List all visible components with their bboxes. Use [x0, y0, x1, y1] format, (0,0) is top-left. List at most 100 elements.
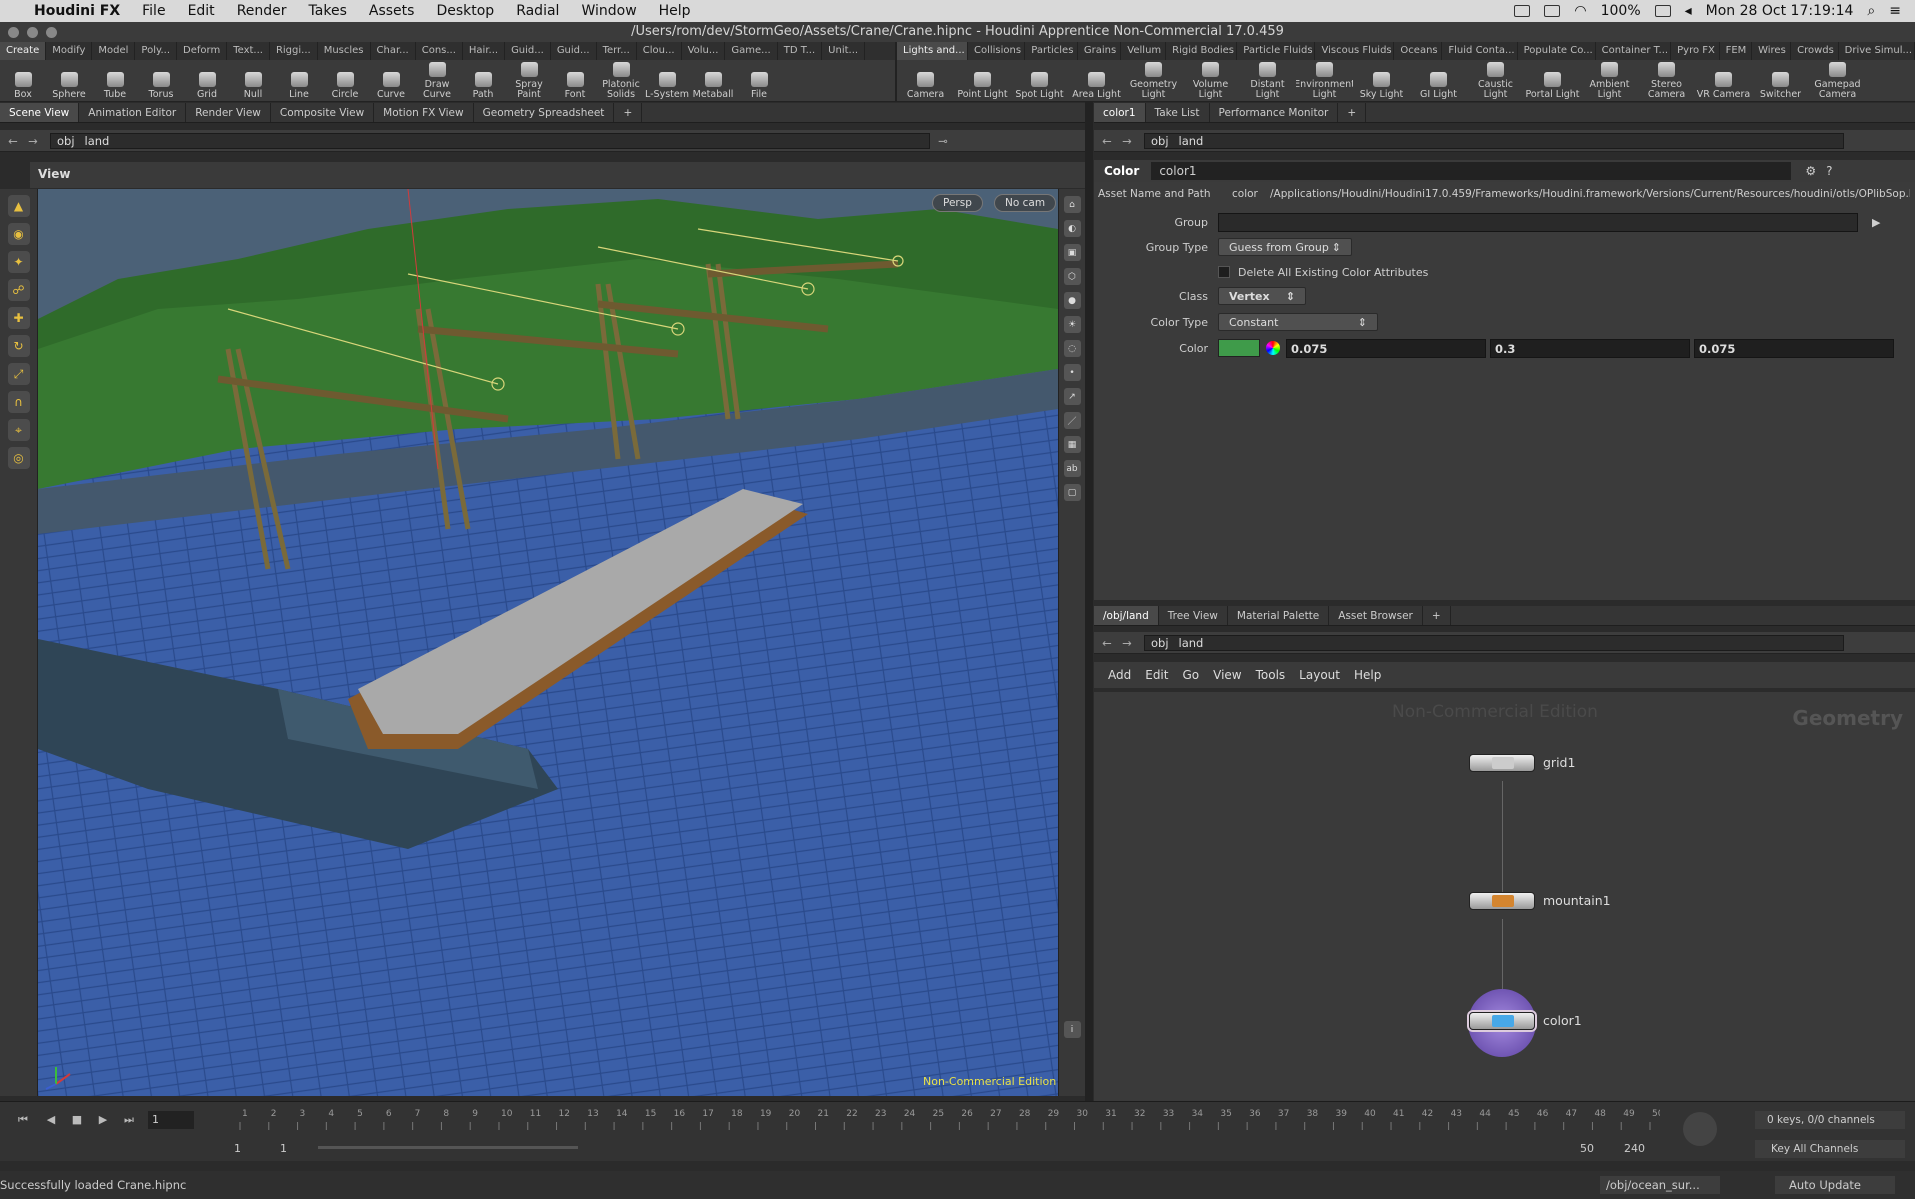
menu-radial[interactable]: Radial [516, 3, 559, 19]
camera-menu-button[interactable]: No cam [994, 194, 1057, 212]
class-dropdown[interactable]: Vertex ⇕ [1218, 287, 1306, 305]
snap-tool-icon[interactable]: ⌖ [7, 419, 30, 441]
menu-render[interactable]: Render [237, 3, 287, 19]
scene-path-field[interactable]: obj land [50, 132, 930, 149]
tab-composite-view[interactable]: Composite View [271, 103, 375, 122]
lights-shelf-tab-13[interactable]: FEM [1720, 42, 1753, 60]
lights-shelf-tool-distant-light[interactable]: Distant Light [1239, 60, 1296, 102]
menu-tools[interactable]: Tools [1256, 668, 1286, 682]
lights-shelf-tool-ambient-light[interactable]: Ambient Light [1581, 60, 1638, 102]
back-arrow-icon[interactable]: ← [1100, 134, 1114, 148]
lights-shelf-tab-0[interactable]: Lights and... [897, 42, 968, 60]
path-obj[interactable]: obj [1151, 636, 1169, 650]
back-arrow-icon[interactable]: ← [1100, 636, 1114, 650]
create-shelf-tab-10[interactable]: Hair... [463, 42, 506, 60]
spotlight-search-icon[interactable]: ⌕ [1867, 3, 1875, 19]
jump-start-icon[interactable]: ⏮ [14, 1113, 32, 1129]
lights-shelf-tool-switcher[interactable]: Switcher [1752, 60, 1809, 102]
create-shelf-tab-7[interactable]: Muscles [318, 42, 371, 60]
create-shelf-tool-l-system[interactable]: L-System [644, 60, 690, 102]
normals-icon[interactable]: ↗ [1063, 388, 1081, 405]
battery-label[interactable]: 100% [1601, 3, 1641, 19]
color-swatch[interactable] [1218, 339, 1260, 357]
lights-shelf-tab-2[interactable]: Particles [1025, 42, 1078, 60]
menu-view[interactable]: View [1213, 668, 1241, 682]
menu-edit[interactable]: Edit [188, 3, 215, 19]
wifi-icon[interactable]: ◠ [1574, 3, 1586, 19]
lock-camera-icon[interactable]: ▣ [1063, 244, 1081, 261]
create-shelf-tab-2[interactable]: Model [92, 42, 136, 60]
lights-shelf-tab-5[interactable]: Rigid Bodies [1166, 42, 1238, 60]
create-shelf-tab-13[interactable]: Terr... [597, 42, 637, 60]
lights-shelf-tab-15[interactable]: Crowds [1791, 42, 1839, 60]
create-shelf-tab-11[interactable]: Guid... [505, 42, 551, 60]
color-g-field[interactable]: 0.3 [1490, 338, 1690, 358]
create-shelf-tool-font[interactable]: Font [552, 60, 598, 102]
create-shelf-tool-null[interactable]: Null [230, 60, 276, 102]
start-frame[interactable]: 1 [234, 1142, 241, 1155]
menu-layout[interactable]: Layout [1299, 668, 1340, 682]
end-frame[interactable]: 50 [1580, 1142, 1594, 1155]
lights-shelf-tool-sky-light[interactable]: Sky Light [1353, 60, 1410, 102]
lights-shelf-tool-area-light[interactable]: Area Light [1068, 60, 1125, 102]
create-shelf-tool-tube[interactable]: Tube [92, 60, 138, 102]
lights-shelf-tool-caustic-light[interactable]: Caustic Light [1467, 60, 1524, 102]
create-shelf-tab-15[interactable]: Volu... [682, 42, 726, 60]
realtime-toggle-icons[interactable] [14, 1140, 94, 1158]
lights-shelf-tab-7[interactable]: Viscous Fluids [1315, 42, 1395, 60]
add-tab-icon[interactable]: + [1338, 103, 1367, 122]
persp-menu-button[interactable]: Persp [932, 194, 983, 212]
create-shelf-tab-18[interactable]: Unit... [822, 42, 866, 60]
path-land[interactable]: land [1179, 134, 1204, 148]
create-shelf-tab-14[interactable]: Clou... [637, 42, 682, 60]
lights-shelf-tab-6[interactable]: Particle Fluids [1237, 42, 1316, 60]
create-shelf-tab-1[interactable]: Modify [46, 42, 93, 60]
lights-shelf-tool-gi-light[interactable]: GI Light [1410, 60, 1467, 102]
menu-takes[interactable]: Takes [309, 3, 347, 19]
lights-shelf-tab-12[interactable]: Pyro FX [1671, 42, 1720, 60]
path-obj[interactable]: obj [1151, 134, 1169, 148]
add-tab-icon[interactable]: + [1423, 606, 1451, 625]
zoom-window-button[interactable] [46, 27, 57, 38]
node-name-field[interactable]: color1 [1151, 162, 1792, 180]
create-shelf-tool-line[interactable]: Line [276, 60, 322, 102]
create-shelf-tool-draw-curve[interactable]: Draw Curve [414, 60, 460, 102]
node-color1[interactable] [1469, 1012, 1535, 1030]
forward-arrow-icon[interactable]: → [26, 134, 40, 148]
jump-end-icon[interactable]: ⏭ [120, 1113, 138, 1129]
tab-asset-browser[interactable]: Asset Browser [1329, 606, 1423, 625]
tab-performance-monitor[interactable]: Performance Monitor [1210, 103, 1339, 122]
magnet-tool-icon[interactable]: ∩ [7, 391, 30, 413]
forward-arrow-icon[interactable]: → [1120, 134, 1134, 148]
path-land[interactable]: land [1179, 636, 1204, 650]
menu-help[interactable]: Help [1354, 668, 1381, 682]
lights-shelf-tab-9[interactable]: Fluid Conta... [1442, 42, 1518, 60]
lights-shelf-tab-16[interactable]: Drive Simul... [1839, 42, 1915, 60]
create-shelf-tool-file[interactable]: File [736, 60, 782, 102]
create-shelf-tab-9[interactable]: Cons... [416, 42, 463, 60]
auto-update-dropdown[interactable]: Auto Update [1775, 1176, 1895, 1194]
tab-obj-land[interactable]: /obj/land [1094, 606, 1159, 625]
create-shelf-tab-17[interactable]: TD T... [778, 42, 823, 60]
group-type-dropdown[interactable]: Guess from Group ⇕ [1218, 238, 1352, 256]
add-tab-icon[interactable]: + [614, 103, 643, 122]
create-shelf-tab-16[interactable]: Game... [725, 42, 778, 60]
delete-existing-checkbox[interactable] [1218, 266, 1230, 278]
timeline-ruler[interactable]: 1 2 3 4 5 6 7 8 9 10 11 12 13 14 15 16 17 18 19 20 21 22 23 24 2… [230, 1104, 1660, 1134]
create-shelf-tool-curve[interactable]: Curve [368, 60, 414, 102]
app-menu[interactable]: Houdini FX [34, 3, 120, 19]
lights-shelf-tab-11[interactable]: Container T... [1596, 42, 1672, 60]
create-shelf-tab-12[interactable]: Guid... [551, 42, 597, 60]
display-options-icon[interactable]: ◐ [1063, 220, 1081, 237]
status-path[interactable]: /obj/ocean_sur... [1600, 1176, 1720, 1194]
tab-take-list[interactable]: Take List [1146, 103, 1210, 122]
lighting-icon[interactable]: ☀ [1063, 316, 1081, 333]
grid-icon[interactable]: ▦ [1063, 436, 1081, 453]
points-icon[interactable]: • [1063, 364, 1081, 381]
create-shelf-tool-platonic-solids[interactable]: Platonic Solids [598, 60, 644, 102]
pane-divider[interactable] [1085, 101, 1093, 1101]
node-mountain1[interactable] [1469, 892, 1535, 910]
group-select-arrow-icon[interactable]: ▶ [1872, 216, 1880, 229]
lights-shelf-tab-8[interactable]: Oceans [1394, 42, 1443, 60]
lights-shelf-tab-10[interactable]: Populate Co... [1518, 42, 1596, 60]
